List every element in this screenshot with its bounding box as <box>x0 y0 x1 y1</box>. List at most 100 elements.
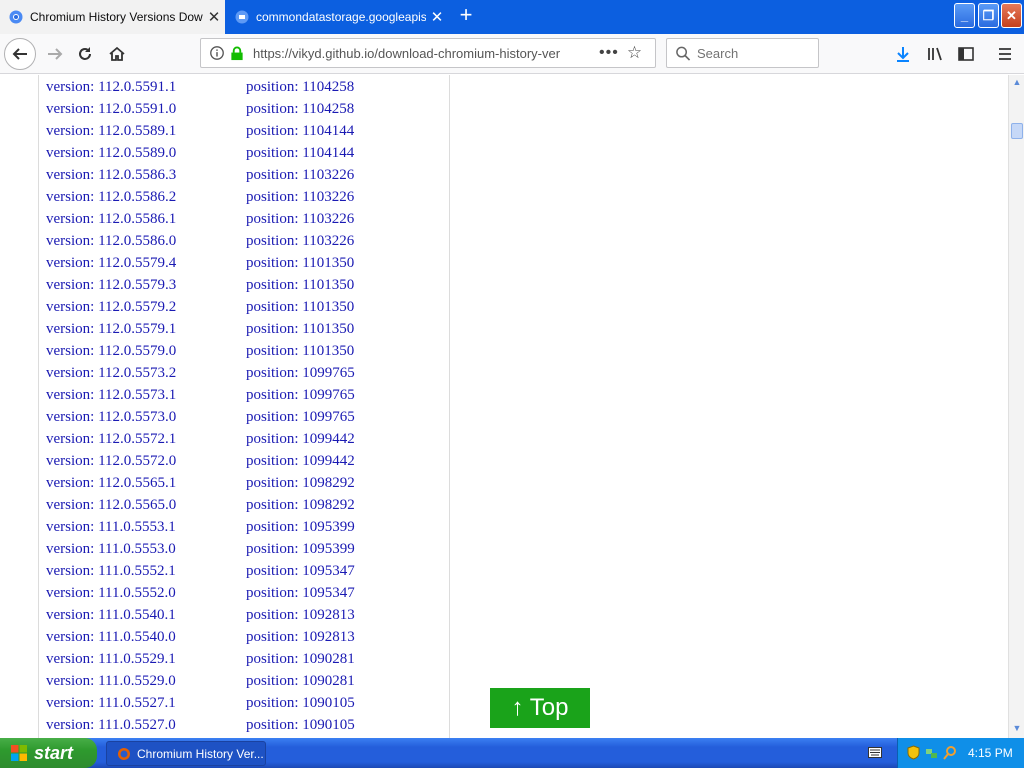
page-actions-icon[interactable]: ••• <box>599 44 619 62</box>
version-link[interactable]: version: 112.0.5586.0 <box>46 233 176 250</box>
taskbar-item-firefox[interactable]: Chromium History Ver... <box>106 741 266 766</box>
position-link[interactable]: position: 1090105 <box>246 717 355 734</box>
version-link[interactable]: version: 111.0.5527.1 <box>46 695 176 712</box>
position-link[interactable]: position: 1099765 <box>246 365 355 382</box>
position-link[interactable]: position: 1101350 <box>246 343 354 360</box>
close-tab-icon[interactable]: ✕ <box>426 8 448 26</box>
restore-window-button[interactable]: ❐ <box>978 3 999 28</box>
position-link[interactable]: position: 1103226 <box>246 189 354 206</box>
position-link[interactable]: position: 1098292 <box>246 497 355 514</box>
downloads-button[interactable] <box>888 39 918 69</box>
position-link[interactable]: position: 1090281 <box>246 673 355 690</box>
sidebar-button[interactable] <box>951 39 981 69</box>
tab-chromium-history[interactable]: Chromium History Versions Downlo ✕ <box>0 0 225 34</box>
version-link[interactable]: version: 111.0.5540.0 <box>46 629 176 646</box>
version-link[interactable]: version: 112.0.5573.1 <box>46 387 176 404</box>
position-link[interactable]: position: 1099442 <box>246 453 355 470</box>
position-link[interactable]: position: 1101350 <box>246 255 354 272</box>
version-link[interactable]: version: 111.0.5540.1 <box>46 607 176 624</box>
position-link[interactable]: position: 1098292 <box>246 475 355 492</box>
url-text[interactable]: https://vikyd.github.io/download-chromiu… <box>253 46 573 61</box>
version-link[interactable]: version: 112.0.5591.1 <box>46 79 176 96</box>
start-label: start <box>34 742 74 763</box>
search-bar[interactable]: Search <box>666 38 819 68</box>
position-link[interactable]: position: 1104258 <box>246 79 354 96</box>
version-link[interactable]: version: 112.0.5573.2 <box>46 365 176 382</box>
start-button[interactable]: start <box>0 738 97 768</box>
version-link[interactable]: version: 112.0.5573.0 <box>46 409 176 426</box>
library-button[interactable] <box>920 39 950 69</box>
position-link[interactable]: position: 1092813 <box>246 607 355 624</box>
position-link[interactable]: position: 1092813 <box>246 629 355 646</box>
position-link[interactable]: position: 1095399 <box>246 541 355 558</box>
tab-commondatastorage[interactable]: commondatastorage.googleapis.c ✕ <box>226 0 448 34</box>
magnifier-tray-icon[interactable] <box>943 745 957 760</box>
position-link[interactable]: position: 1090105 <box>246 695 355 712</box>
position-link[interactable]: position: 1103226 <box>246 233 354 250</box>
tab-strip: Chromium History Versions Downlo ✕ commo… <box>0 0 1024 34</box>
version-link[interactable]: version: 112.0.5565.0 <box>46 497 176 514</box>
menu-button[interactable] <box>990 39 1020 69</box>
position-link[interactable]: position: 1099765 <box>246 387 355 404</box>
close-window-button[interactable]: ✕ <box>1001 3 1022 28</box>
security-shield-icon[interactable] <box>907 745 920 760</box>
scroll-down-arrow-icon[interactable]: ▼ <box>1011 723 1023 735</box>
chromium-favicon-icon <box>9 10 23 24</box>
new-tab-button[interactable]: + <box>454 4 478 28</box>
position-link[interactable]: position: 1101350 <box>246 299 354 316</box>
network-icon[interactable] <box>925 745 938 760</box>
position-link[interactable]: position: 1099442 <box>246 431 355 448</box>
version-link[interactable]: version: 112.0.5572.0 <box>46 453 176 470</box>
keyboard-icon[interactable] <box>868 747 882 758</box>
version-link[interactable]: version: 112.0.5586.3 <box>46 167 176 184</box>
position-link[interactable]: position: 1090281 <box>246 651 355 668</box>
back-button[interactable] <box>4 38 36 70</box>
version-link[interactable]: version: 111.0.5529.1 <box>46 651 176 668</box>
reload-button[interactable] <box>70 39 100 69</box>
position-link[interactable]: position: 1103226 <box>246 211 354 228</box>
tab-title: commondatastorage.googleapis.c <box>256 10 426 24</box>
position-link[interactable]: position: 1099765 <box>246 409 355 426</box>
scroll-thumb[interactable] <box>1011 123 1023 139</box>
position-link[interactable]: position: 1101350 <box>246 321 354 338</box>
tab-title: Chromium History Versions Downlo <box>30 10 203 24</box>
version-link[interactable]: version: 112.0.5579.2 <box>46 299 176 316</box>
position-link[interactable]: position: 1103226 <box>246 167 354 184</box>
version-link[interactable]: version: 112.0.5579.3 <box>46 277 176 294</box>
version-link[interactable]: version: 112.0.5589.1 <box>46 123 176 140</box>
url-bar[interactable]: https://vikyd.github.io/download-chromiu… <box>200 38 656 68</box>
scroll-up-arrow-icon[interactable]: ▲ <box>1011 77 1023 89</box>
position-link[interactable]: position: 1104144 <box>246 123 354 140</box>
vertical-scrollbar[interactable]: ▲ ▼ <box>1008 75 1024 738</box>
windows-logo-icon <box>11 745 27 761</box>
version-link[interactable]: version: 112.0.5579.0 <box>46 343 176 360</box>
position-link[interactable]: position: 1104144 <box>246 145 354 162</box>
position-link[interactable]: position: 1101350 <box>246 277 354 294</box>
home-button[interactable] <box>102 39 132 69</box>
version-link[interactable]: version: 111.0.5552.0 <box>46 585 176 602</box>
version-link[interactable]: version: 112.0.5589.0 <box>46 145 176 162</box>
version-link[interactable]: version: 112.0.5579.4 <box>46 255 176 272</box>
version-link[interactable]: version: 112.0.5572.1 <box>46 431 176 448</box>
version-link[interactable]: version: 111.0.5529.0 <box>46 673 176 690</box>
back-to-top-button[interactable]: ↑ Top <box>490 688 590 728</box>
bookmark-star-icon[interactable]: ☆ <box>627 43 642 63</box>
minimize-window-button[interactable]: _ <box>954 3 975 28</box>
version-link[interactable]: version: 112.0.5579.1 <box>46 321 176 338</box>
version-link[interactable]: version: 112.0.5586.1 <box>46 211 176 228</box>
version-link[interactable]: version: 111.0.5527.0 <box>46 717 176 734</box>
version-link[interactable]: version: 112.0.5586.2 <box>46 189 176 206</box>
search-placeholder: Search <box>697 45 739 61</box>
position-link[interactable]: position: 1095399 <box>246 519 355 536</box>
close-tab-icon[interactable]: ✕ <box>203 8 225 26</box>
version-link[interactable]: version: 112.0.5591.0 <box>46 101 176 118</box>
version-link[interactable]: version: 111.0.5552.1 <box>46 563 176 580</box>
info-icon[interactable] <box>207 45 227 61</box>
version-link[interactable]: version: 112.0.5565.1 <box>46 475 176 492</box>
position-link[interactable]: position: 1095347 <box>246 563 355 580</box>
position-link[interactable]: position: 1104258 <box>246 101 354 118</box>
version-link[interactable]: version: 111.0.5553.0 <box>46 541 176 558</box>
position-link[interactable]: position: 1095347 <box>246 585 355 602</box>
version-link[interactable]: version: 111.0.5553.1 <box>46 519 176 536</box>
forward-button[interactable] <box>40 39 70 69</box>
